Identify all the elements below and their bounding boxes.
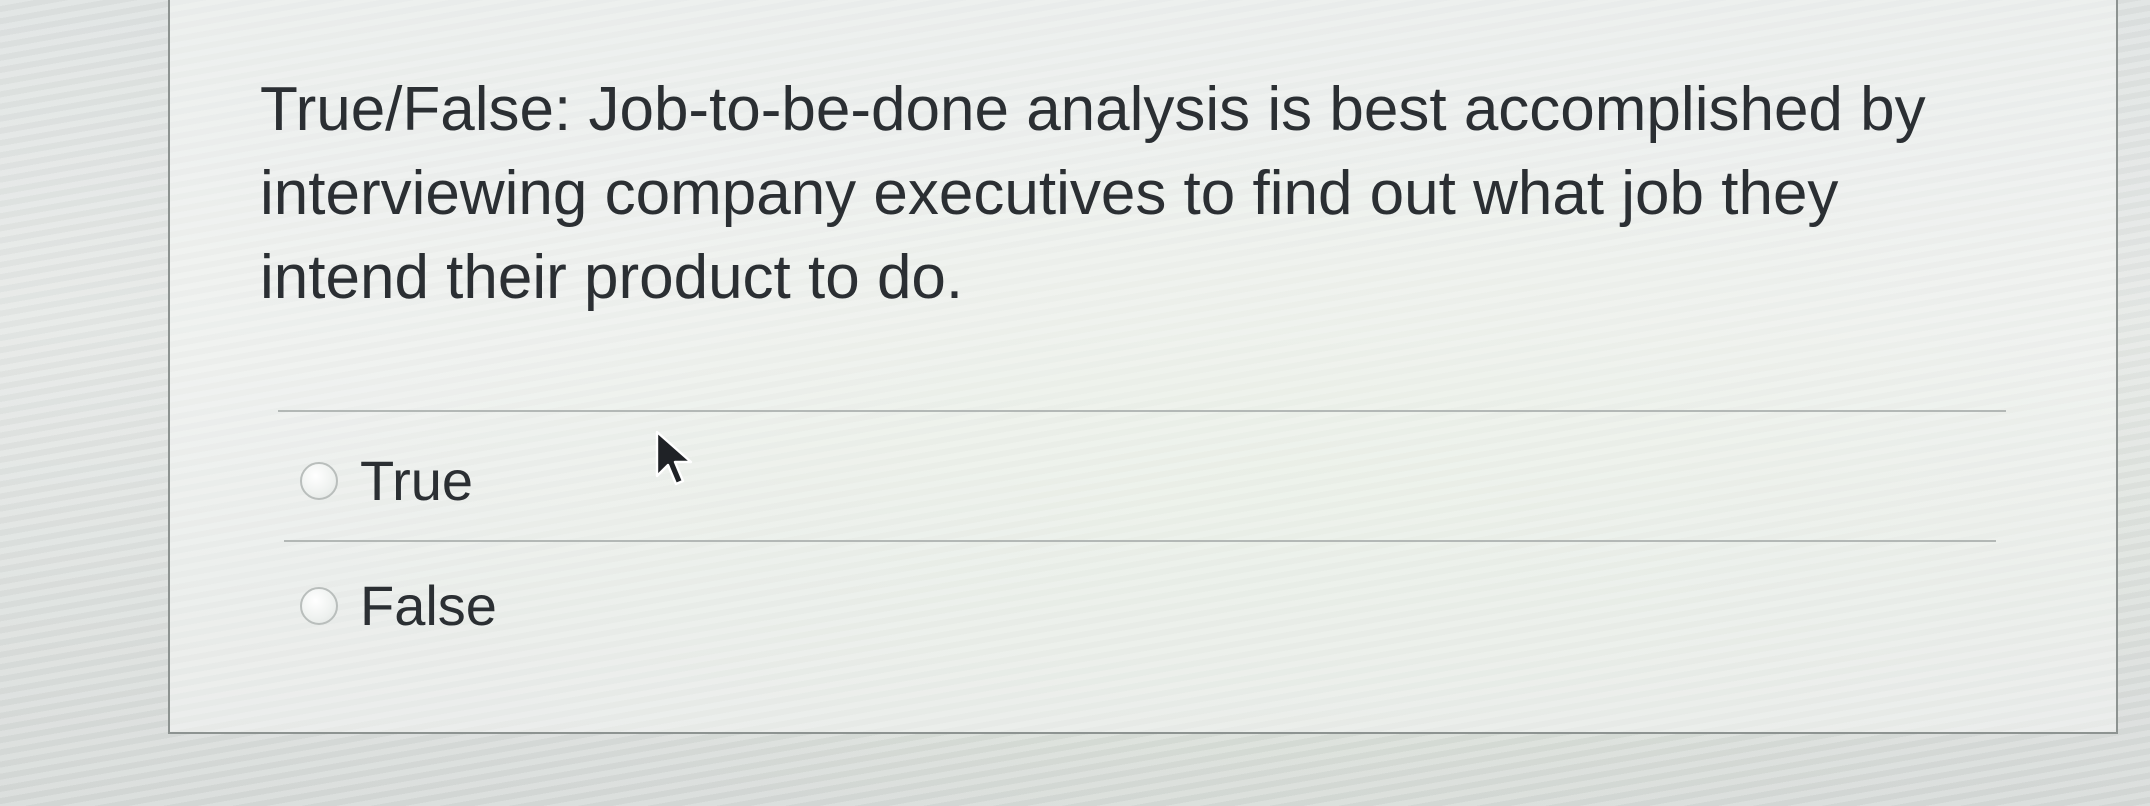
mouse-pointer-icon (655, 430, 693, 486)
option-true[interactable]: True (300, 453, 473, 509)
radio-true-icon[interactable] (300, 462, 338, 500)
radio-false-icon[interactable] (300, 587, 338, 625)
divider-middle (284, 540, 1996, 542)
question-card: True/False: Job-to-be-done analysis is b… (168, 0, 2118, 734)
question-text: True/False: Job-to-be-done analysis is b… (260, 75, 1926, 312)
option-false-label[interactable]: False (360, 578, 497, 634)
divider-top (278, 410, 2006, 412)
option-false[interactable]: False (300, 578, 497, 634)
option-true-label[interactable]: True (360, 453, 473, 509)
